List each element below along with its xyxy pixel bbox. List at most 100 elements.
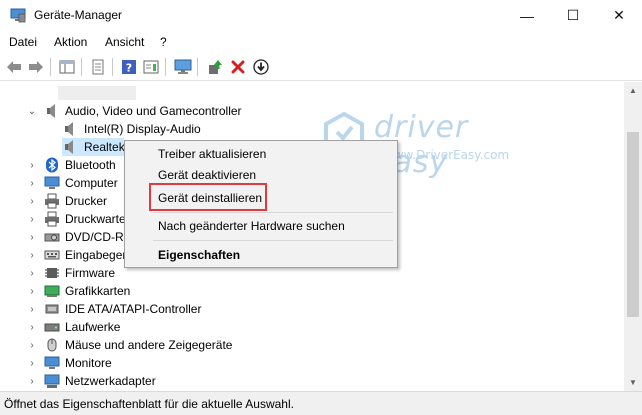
menu-aktion[interactable]: Aktion xyxy=(54,35,87,49)
tree-category-audio[interactable]: ⌄ Audio, Video und Gamecontroller xyxy=(0,102,624,120)
scroll-up-arrow-icon[interactable]: ▲ xyxy=(624,82,642,99)
expand-chevron-icon[interactable]: › xyxy=(26,374,38,388)
speaker-icon xyxy=(47,104,55,118)
firmware-chip-icon xyxy=(45,268,59,278)
tree-label: Audio, Video und Gamecontroller xyxy=(65,104,242,118)
expand-chevron-icon[interactable]: › xyxy=(26,302,38,316)
display-adapter-icon xyxy=(44,285,60,297)
expand-chevron-icon[interactable]: › xyxy=(26,320,38,334)
menu-ansicht[interactable]: Ansicht xyxy=(105,35,144,49)
menu-disable-device[interactable]: Gerät deaktivieren xyxy=(158,168,256,182)
expand-chevron-icon[interactable]: › xyxy=(26,194,38,208)
print-queue-icon xyxy=(45,211,59,227)
tree-category-maeuse[interactable]: › Mäuse und andere Zeigegeräte xyxy=(0,336,624,354)
expand-chevron-icon[interactable]: › xyxy=(26,158,38,172)
menu-update-driver[interactable]: Treiber aktualisieren xyxy=(158,147,266,161)
tree-category-laufwerke[interactable]: › Laufwerke xyxy=(0,318,624,336)
action-pane-icon xyxy=(143,60,159,74)
tree-root-row[interactable] xyxy=(0,84,624,102)
tree-label: Realtek xyxy=(84,140,125,154)
toolbar-separator xyxy=(165,58,166,76)
tree-category-netzwerkadapter[interactable]: › Netzwerkadapter xyxy=(0,372,624,390)
tree-label: Mäuse und andere Zeigegeräte xyxy=(65,338,233,352)
tree-label: Firmware xyxy=(65,266,115,280)
tree-label: Intel(R) Display-Audio xyxy=(84,122,201,136)
scroll-down-arrow-icon[interactable]: ▼ xyxy=(624,374,642,391)
tree-label: Eingabeger xyxy=(65,248,127,262)
red-x-icon xyxy=(231,60,245,74)
svg-text:?: ? xyxy=(126,62,132,75)
disc-drive-icon xyxy=(44,233,60,242)
mouse-icon xyxy=(47,338,57,352)
title-bar: Geräte-Manager — ☐ ✕ xyxy=(0,0,642,31)
toolbar-separator xyxy=(81,58,82,76)
close-button[interactable]: ✕ xyxy=(596,0,642,31)
uninstall-highlight-box xyxy=(149,183,267,211)
status-bar: Öffnet das Eigenschaftenblatt für die ak… xyxy=(0,391,642,415)
toolbar-separator xyxy=(50,58,51,76)
expand-chevron-icon[interactable]: › xyxy=(26,266,38,280)
scan-hardware-button[interactable] xyxy=(173,57,193,77)
disk-drive-icon xyxy=(44,323,60,332)
menu-separator xyxy=(153,212,393,213)
monitor-icon xyxy=(44,176,60,189)
menu-scan-hardware[interactable]: Nach geänderter Hardware suchen xyxy=(158,219,345,233)
menu-properties[interactable]: Eigenschaften xyxy=(158,248,240,262)
expand-chevron-icon[interactable]: › xyxy=(26,356,38,370)
download-circle-icon xyxy=(253,59,269,75)
update-driver-button[interactable] xyxy=(205,57,225,77)
bluetooth-icon xyxy=(46,157,58,173)
arrow-left-icon xyxy=(7,61,21,73)
tree-label: IDE ATA/ATAPI-Controller xyxy=(65,302,202,316)
expand-chevron-icon[interactable]: › xyxy=(26,230,38,244)
toolbar-separator xyxy=(197,58,198,76)
speaker-icon xyxy=(65,122,73,136)
help-icon: ? xyxy=(122,60,136,75)
scroll-thumb[interactable] xyxy=(627,132,639,317)
disable-device-button[interactable] xyxy=(251,57,271,77)
toolbar-separator xyxy=(112,58,113,76)
maximize-icon: ☐ xyxy=(566,7,580,23)
tree-device-intel-display-audio[interactable]: Intel(R) Display-Audio xyxy=(0,120,624,138)
menu-help[interactable]: ? xyxy=(160,35,167,49)
help-toolbar-button[interactable]: ? xyxy=(119,57,139,77)
show-hide-console-tree-button[interactable] xyxy=(57,57,77,77)
tree-label: Drucker xyxy=(65,194,108,208)
expand-chevron-icon[interactable]: › xyxy=(26,248,38,262)
storage-controller-icon xyxy=(45,304,59,314)
collapse-chevron-icon[interactable]: ⌄ xyxy=(26,104,38,118)
minimize-icon: — xyxy=(520,7,534,24)
tree-label: Monitore xyxy=(65,356,112,370)
properties-icon xyxy=(92,59,104,75)
properties-toolbar-button[interactable] xyxy=(88,57,108,77)
action-pane-button[interactable] xyxy=(141,57,161,77)
tree-label: Grafikkarten xyxy=(65,284,131,298)
expand-chevron-icon[interactable]: › xyxy=(26,176,38,190)
network-adapter-icon xyxy=(44,374,60,388)
expand-chevron-icon[interactable]: › xyxy=(26,212,38,226)
tree-category-grafikkarten[interactable]: › Grafikkarten xyxy=(0,282,624,300)
back-button[interactable] xyxy=(4,57,24,77)
menu-datei[interactable]: Datei xyxy=(9,35,37,49)
monitor-scan-icon xyxy=(174,59,192,74)
arrow-right-icon xyxy=(29,61,43,73)
tree-category-ide-ata[interactable]: › IDE ATA/ATAPI-Controller xyxy=(0,300,624,318)
update-driver-icon xyxy=(209,60,222,74)
toolbar: ? xyxy=(0,53,642,81)
blurred-computer-name xyxy=(58,86,136,100)
tree-label: Computer xyxy=(65,176,118,190)
uninstall-device-button[interactable] xyxy=(228,57,248,77)
minimize-button[interactable]: — xyxy=(504,0,550,31)
maximize-button[interactable]: ☐ xyxy=(550,0,596,31)
tree-category-monitore[interactable]: › Monitore xyxy=(0,354,624,372)
menu-bar: Datei Aktion Ansicht ? xyxy=(0,31,642,53)
expand-chevron-icon[interactable]: › xyxy=(26,338,38,352)
keyboard-icon xyxy=(44,250,60,260)
window-title: Geräte-Manager xyxy=(34,8,123,22)
speaker-icon xyxy=(65,140,73,154)
device-manager-icon xyxy=(10,8,26,23)
expand-chevron-icon[interactable]: › xyxy=(26,284,38,298)
vertical-scrollbar[interactable]: ▲ ▼ xyxy=(624,82,642,391)
context-menu: Treiber aktualisieren Gerät deaktivieren… xyxy=(124,140,398,268)
forward-button[interactable] xyxy=(26,57,46,77)
